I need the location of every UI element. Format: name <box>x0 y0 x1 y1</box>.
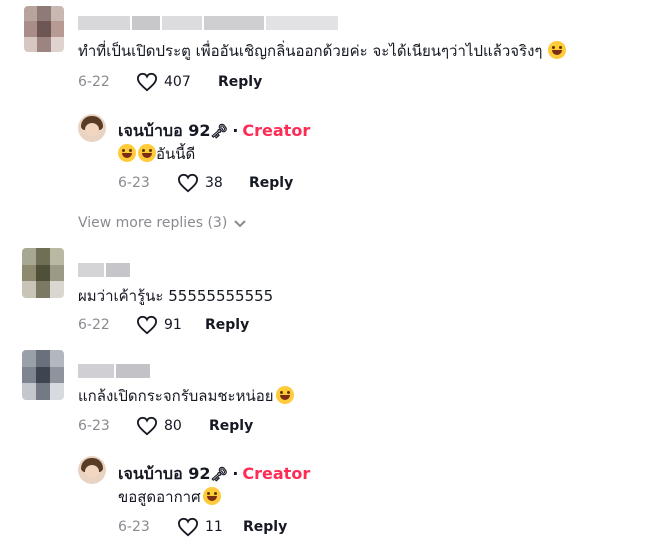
like-count: 11 <box>205 519 223 535</box>
key-icon: 🗝 <box>210 467 229 483</box>
view-more-replies[interactable]: View more replies (3) <box>78 215 247 231</box>
creator-username[interactable]: เจนบ้าบอ 92 <box>118 121 211 140</box>
commenter-username-blurred[interactable] <box>78 263 130 277</box>
separator-dot: · <box>232 464 239 483</box>
like-button[interactable]: 407 <box>136 72 191 92</box>
reply-button[interactable]: Reply <box>205 317 249 333</box>
laughing-emoji-icon <box>118 144 136 162</box>
heart-outline-icon <box>136 416 158 436</box>
like-button[interactable]: 80 <box>136 416 182 436</box>
comment-text: แกล้งเปิดกระจกรับลมชะหน่อย <box>78 385 294 407</box>
reply-button[interactable]: Reply <box>249 175 293 191</box>
laughing-emoji-icon <box>202 487 221 505</box>
creator-username-row: เจนบ้าบอ 92🗝 · Creator <box>118 119 310 144</box>
creator-badge: Creator <box>242 121 311 140</box>
comment-text: ทำที่เป็นเปิดประตู เพื่ออันเชิญกลิ่นออกด… <box>78 40 567 62</box>
reply-date: 6-23 <box>118 519 150 535</box>
creator-username-row: เจนบ้าบอ 92🗝 · Creator <box>118 462 310 487</box>
heart-outline-icon <box>136 315 158 335</box>
comment-date: 6-23 <box>78 418 110 434</box>
reply-date: 6-23 <box>118 175 150 191</box>
separator-dot: · <box>232 121 239 140</box>
like-button[interactable]: 38 <box>177 173 223 193</box>
reply-button[interactable]: Reply <box>209 418 253 434</box>
sweat-smile-emoji-icon <box>548 41 567 59</box>
like-count: 407 <box>164 74 191 90</box>
commenter-username-blurred[interactable] <box>78 16 338 30</box>
laughing-emoji-icon <box>138 144 156 162</box>
like-count: 91 <box>164 317 182 333</box>
chevron-down-icon <box>234 220 247 228</box>
heart-outline-icon <box>177 173 199 193</box>
reply-button[interactable]: Reply <box>243 519 287 535</box>
creator-avatar[interactable] <box>78 456 106 484</box>
comment-date: 6-22 <box>78 317 110 333</box>
commenter-avatar[interactable] <box>24 6 64 52</box>
reply-button[interactable]: Reply <box>218 74 262 90</box>
comment-date: 6-22 <box>78 74 110 90</box>
laughing-emoji-icon <box>275 386 294 404</box>
like-count: 38 <box>205 175 223 191</box>
like-count: 80 <box>164 418 182 434</box>
reply-text: อันนี้ดี <box>118 143 195 165</box>
heart-outline-icon <box>177 517 199 537</box>
comment-text: ผมว่าเค้ารู้นะ 55555555555 <box>78 287 274 305</box>
like-button[interactable]: 11 <box>177 517 223 537</box>
heart-outline-icon <box>136 72 158 92</box>
creator-avatar[interactable] <box>78 114 106 142</box>
commenter-avatar[interactable] <box>22 248 64 298</box>
creator-username[interactable]: เจนบ้าบอ 92 <box>118 464 211 483</box>
commenter-avatar[interactable] <box>22 350 64 400</box>
creator-badge: Creator <box>242 464 311 483</box>
view-more-label: View more replies (3) <box>78 215 228 231</box>
like-button[interactable]: 91 <box>136 315 182 335</box>
commenter-username-blurred[interactable] <box>78 364 150 378</box>
key-icon: 🗝 <box>210 124 229 140</box>
reply-text: ขอสูดอากาศ <box>118 486 221 508</box>
